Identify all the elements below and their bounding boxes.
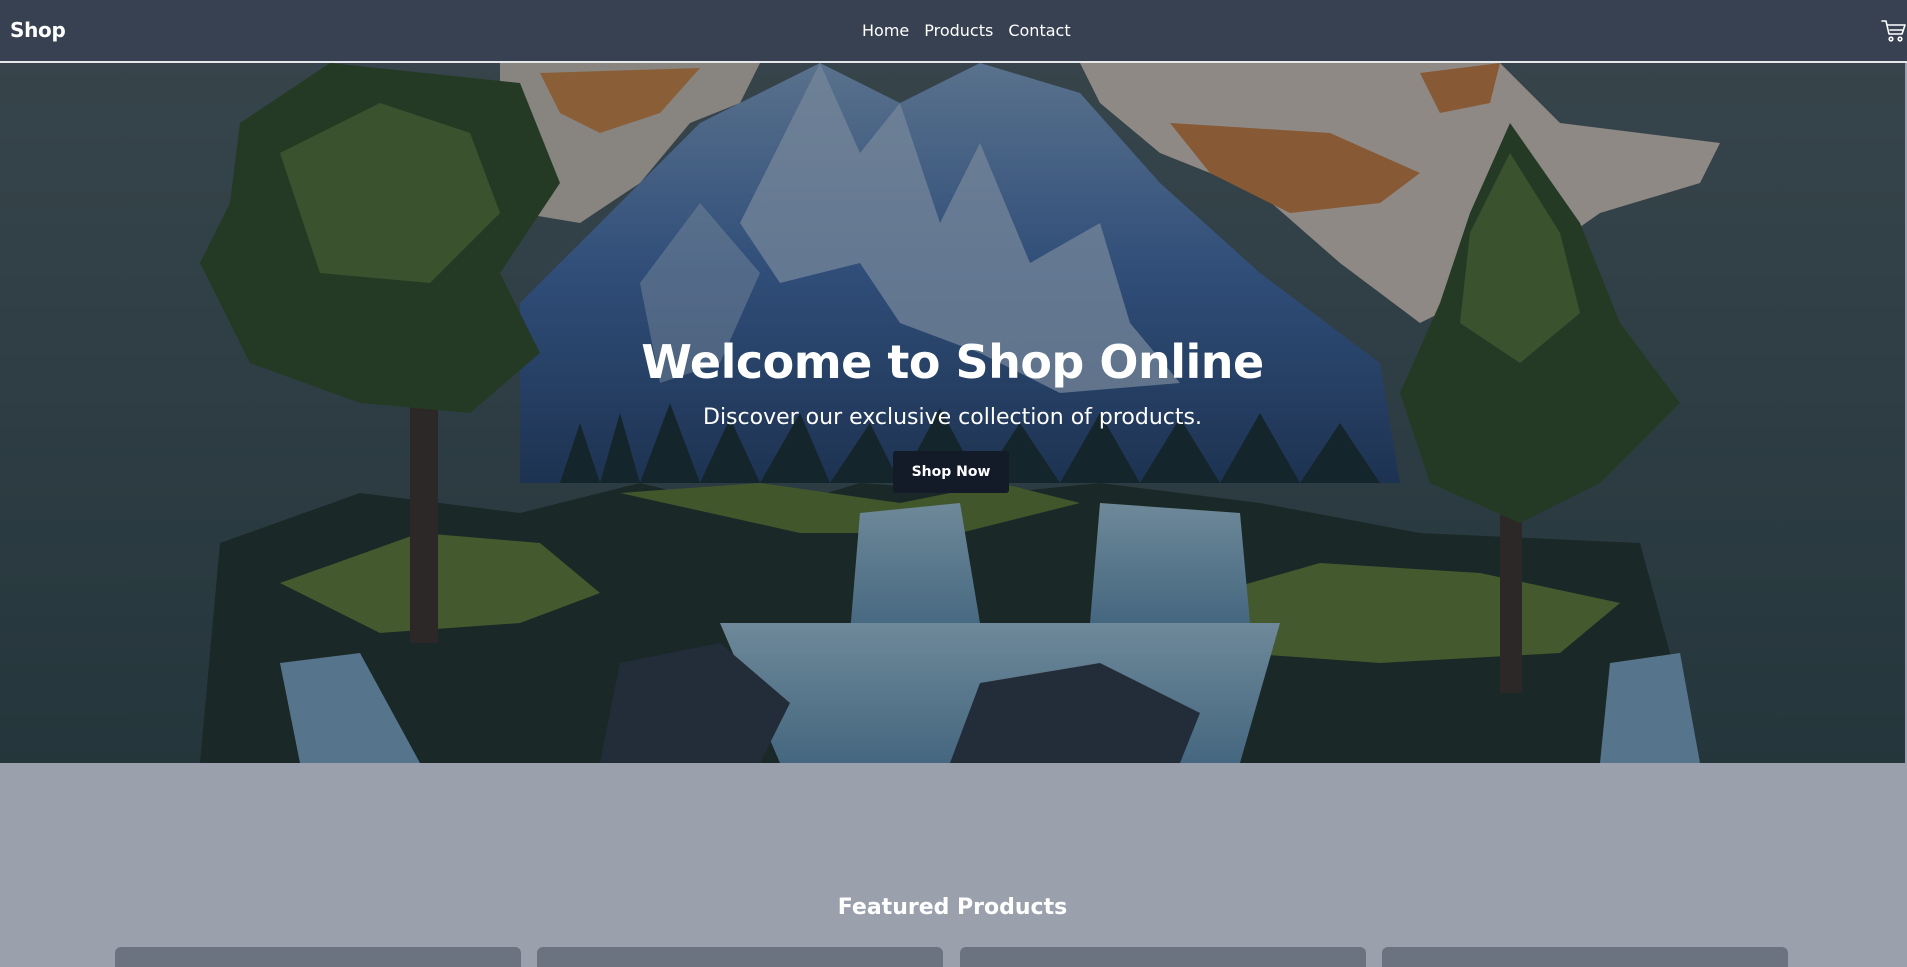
- hero-banner: Welcome to Shop Online Discover our excl…: [0, 63, 1905, 763]
- shop-now-button[interactable]: Shop Now: [893, 451, 1009, 493]
- product-card[interactable]: [115, 947, 521, 967]
- cart-icon[interactable]: [1881, 19, 1907, 43]
- navbar: Shop Home Products Contact: [0, 0, 1907, 63]
- nav-links: Home Products Contact: [862, 21, 1071, 40]
- nav-link-home[interactable]: Home: [862, 21, 909, 40]
- nav-link-contact[interactable]: Contact: [1008, 21, 1070, 40]
- featured-products-heading: Featured Products: [837, 895, 1068, 920]
- product-card[interactable]: [1382, 947, 1788, 967]
- hero-title: Welcome to Shop Online: [641, 335, 1264, 389]
- product-card[interactable]: [537, 947, 943, 967]
- brand-logo[interactable]: Shop: [10, 18, 66, 42]
- product-card[interactable]: [960, 947, 1366, 967]
- nav-link-products[interactable]: Products: [924, 21, 993, 40]
- hero-subtitle: Discover our exclusive collection of pro…: [703, 405, 1202, 430]
